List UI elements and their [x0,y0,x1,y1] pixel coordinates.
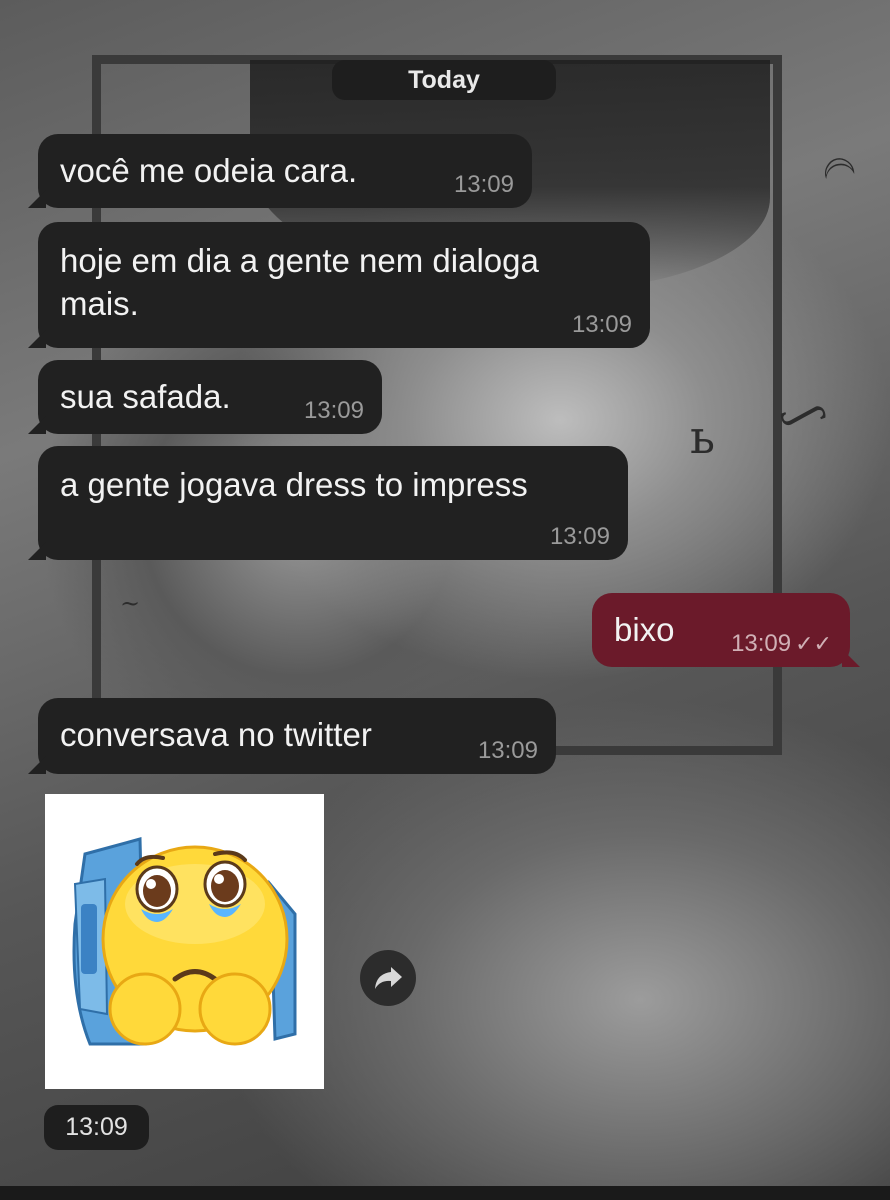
message-time: 13:09 [571,311,632,338]
message-time: 13:09 ✓✓ [731,631,832,657]
message-bubble-incoming[interactable]: você me odeia cara. 13:09 [28,134,532,208]
message-time: 13:09 [453,171,514,198]
message-time: 13:09 [303,397,364,424]
bottom-edge [0,1186,890,1200]
wallpaper-tattoo: ~ [120,590,141,618]
message-bubble-incoming[interactable]: conversava no twitter 13:09 [28,698,556,774]
message-time: 13:09 [477,737,538,764]
message-bubble-incoming[interactable]: hoje em dia a gente nem dialoga mais. 13… [28,222,650,348]
message-bubble-outgoing[interactable]: bixo 13:09 ✓✓ [592,593,860,667]
date-separator: Today [332,60,556,100]
message-text: a gente jogava dress to impress [60,466,528,503]
share-button[interactable] [360,950,416,1006]
double-check-icon: ✓✓ [795,631,832,656]
message-text: conversava no twitter [60,716,372,753]
sticker-time: 13:09 [44,1105,149,1150]
message-bubble-incoming[interactable]: sua safada. 13:09 [28,360,382,434]
pleading-face-sticker [72,837,297,1046]
message-time-text: 13:09 [731,630,792,657]
wallpaper-tattoo: ь [690,410,716,464]
message-text: você me odeia cara. [60,152,358,189]
message-text: sua safada. [60,378,231,415]
share-arrow-icon [375,967,402,989]
message-time: 13:09 [549,523,610,550]
message-bubble-incoming[interactable]: a gente jogava dress to impress 13:09 [28,446,628,560]
message-text: hoje em dia a gente nem dialoga mais. [60,242,539,322]
message-text: bixo [614,611,675,648]
sticker-message[interactable] [45,794,324,1089]
